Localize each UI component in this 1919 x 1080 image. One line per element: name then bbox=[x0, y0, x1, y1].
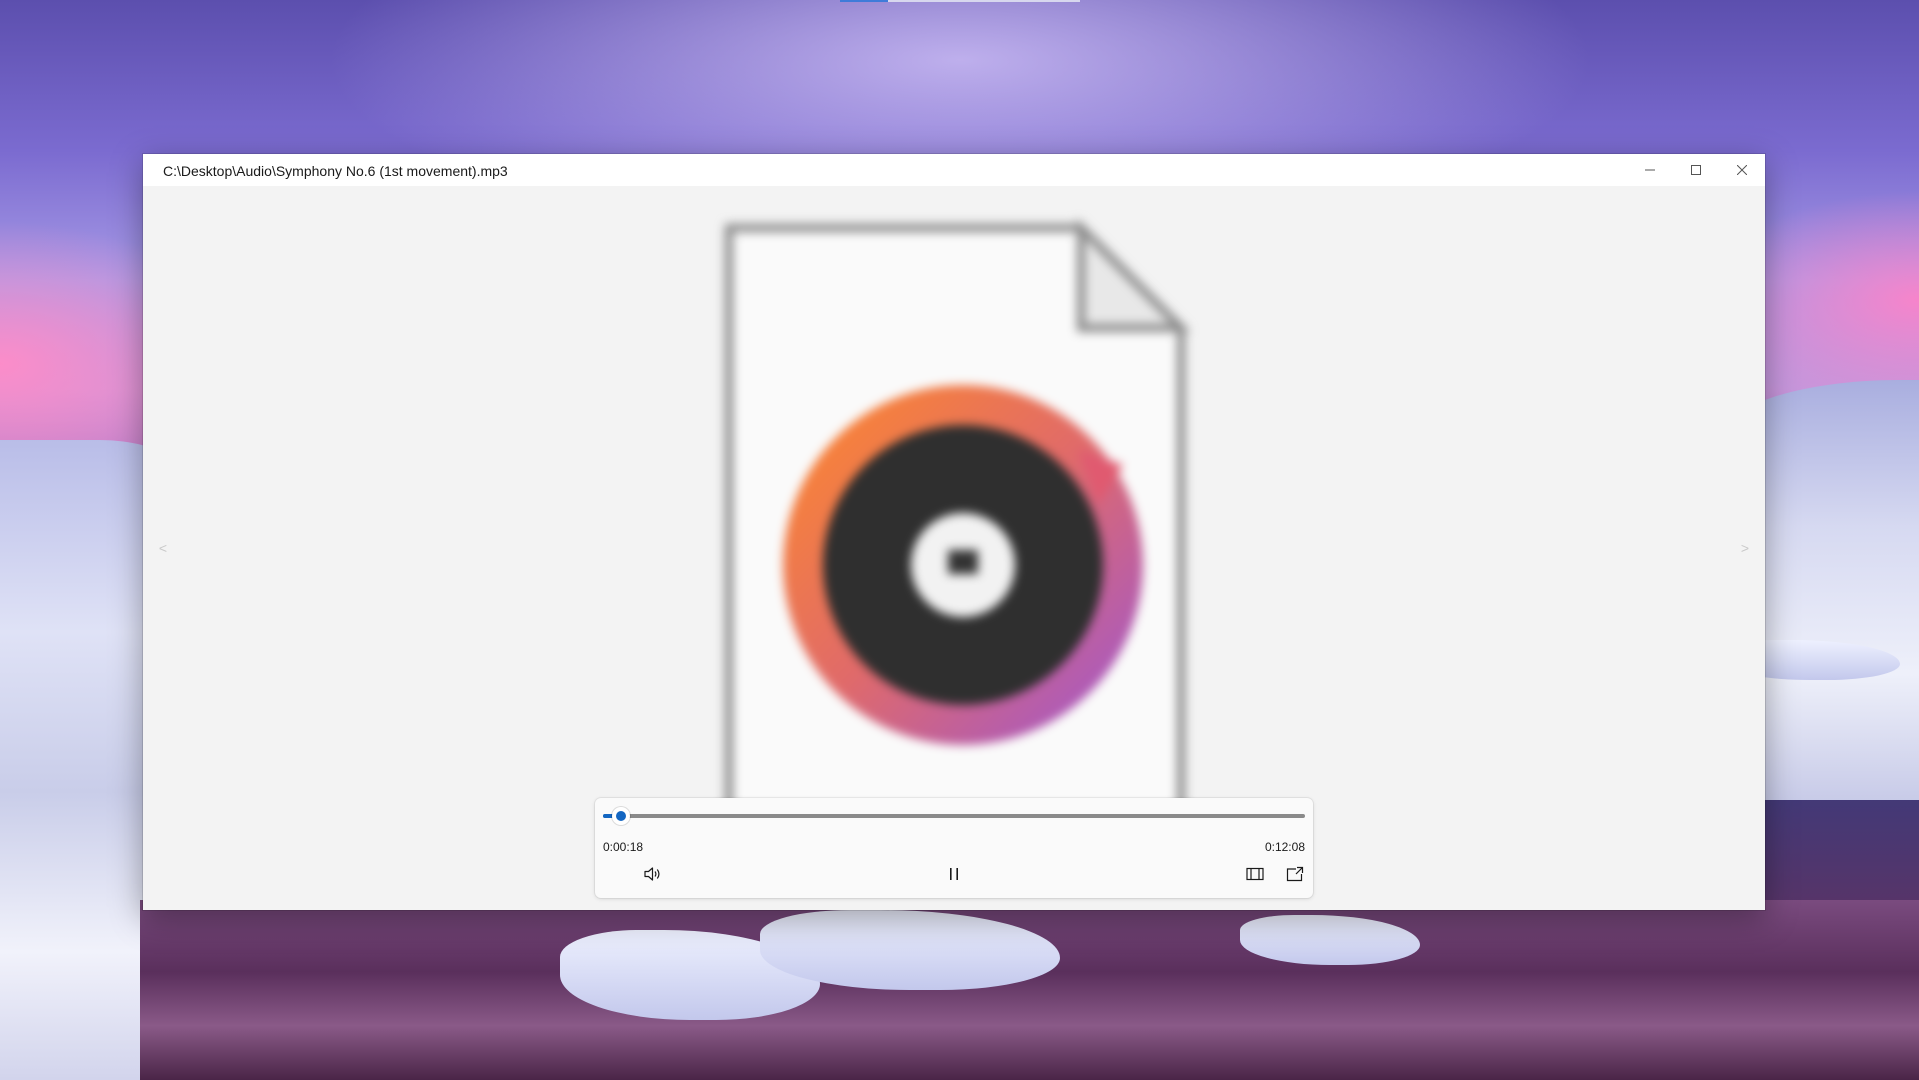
taskbar-indicator bbox=[840, 0, 1080, 2]
caption-buttons bbox=[1627, 154, 1765, 186]
media-preview-window: C:\Desktop\Audio\Symphony No.6 (1st move… bbox=[143, 154, 1765, 910]
chevron-right-icon: > bbox=[1740, 540, 1750, 556]
open-externally-icon bbox=[1286, 866, 1304, 887]
play-pause-button[interactable] bbox=[938, 860, 970, 892]
open-externally-button[interactable] bbox=[1279, 860, 1311, 892]
disc-icon bbox=[783, 385, 1143, 745]
close-icon bbox=[1737, 165, 1747, 175]
fit-to-window-icon bbox=[1246, 867, 1264, 886]
media-controls: 0:00:18 0:12:08 bbox=[595, 798, 1313, 898]
speaker-volume-icon bbox=[644, 866, 662, 887]
minimize-icon bbox=[1645, 165, 1655, 175]
taskbar-active-indicator bbox=[840, 0, 888, 2]
total-duration: 0:12:08 bbox=[1264, 840, 1305, 854]
title-bar[interactable]: C:\Desktop\Audio\Symphony No.6 (1st move… bbox=[143, 154, 1765, 186]
wallpaper-river bbox=[140, 900, 1919, 1080]
seek-thumb[interactable] bbox=[611, 807, 630, 825]
next-file-button[interactable]: > bbox=[1725, 532, 1765, 564]
fit-to-window-button[interactable] bbox=[1239, 860, 1271, 892]
seek-bar[interactable] bbox=[603, 807, 1305, 825]
close-button[interactable] bbox=[1719, 154, 1765, 186]
maximize-icon bbox=[1691, 165, 1701, 175]
music-disc-file-icon bbox=[711, 220, 1189, 840]
current-time: 0:00:18 bbox=[603, 840, 644, 854]
chevron-left-icon: < bbox=[158, 540, 168, 556]
window-title: C:\Desktop\Audio\Symphony No.6 (1st move… bbox=[163, 163, 508, 179]
maximize-button[interactable] bbox=[1673, 154, 1719, 186]
volume-button[interactable] bbox=[637, 860, 669, 892]
minimize-button[interactable] bbox=[1627, 154, 1673, 186]
preview-area: < > 0:00:18 0:12:08 bbox=[143, 186, 1765, 910]
pause-icon bbox=[949, 867, 959, 886]
previous-file-button[interactable]: < bbox=[143, 532, 183, 564]
